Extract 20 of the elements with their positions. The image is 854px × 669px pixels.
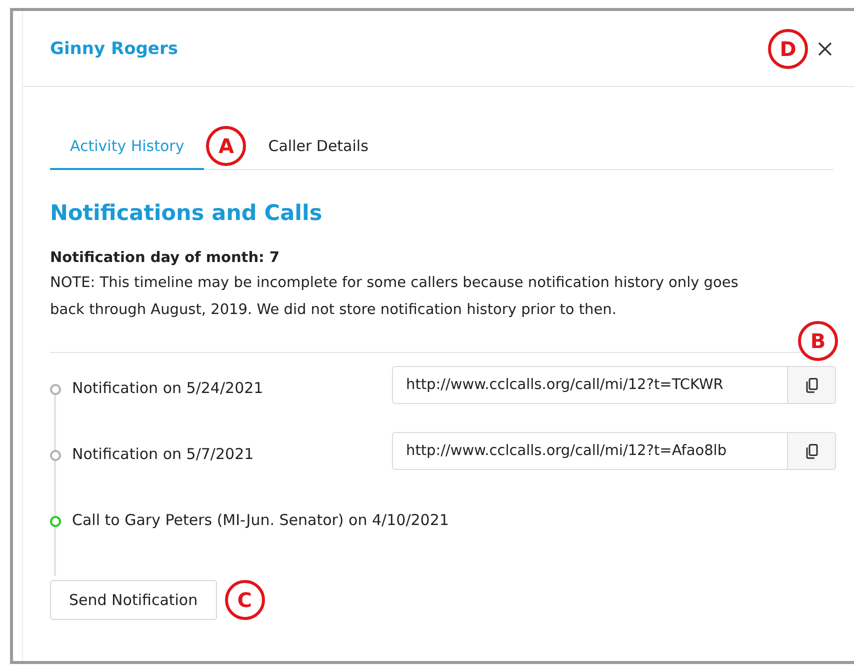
url-field[interactable]: http://www.cclcalls.org/call/mi/12?t=TCKWR [392, 366, 788, 404]
callout-marker: A [206, 126, 246, 166]
notification-day: Notification day of month: 7 [50, 246, 834, 270]
section-heading: Notifications and Calls [50, 201, 324, 226]
timeline-entry: Notification on 5/24/2021 [72, 378, 264, 398]
copy-icon [806, 378, 818, 392]
copy-button[interactable] [788, 432, 836, 470]
copy-button[interactable] [788, 366, 836, 404]
callout-marker: C [224, 580, 265, 620]
timeline-entry: Call to Gary Peters (MI-Jun. Senator) on 4/10/2021 [72, 510, 450, 530]
note-text: NOTE: This timeline may be incomplete for some callers because notification history only goes back through August, 2019. We did not store notification history prior to then. [50, 274, 740, 320]
callout-marker: D [768, 28, 808, 68]
callout-marker: B [798, 321, 838, 361]
timeline-entry: Notification on 5/7/2021 [72, 444, 255, 464]
url-field[interactable]: http://www.cclcalls.org/call/mi/12?t=Afao8lb [392, 432, 788, 470]
close-icon [818, 42, 832, 56]
tab[interactable]: Caller Details [248, 123, 388, 170]
copy-icon [806, 444, 818, 458]
send-notification-button[interactable]: Send Notification [50, 580, 217, 620]
dialog-title: Ginny Rogers [50, 38, 179, 58]
